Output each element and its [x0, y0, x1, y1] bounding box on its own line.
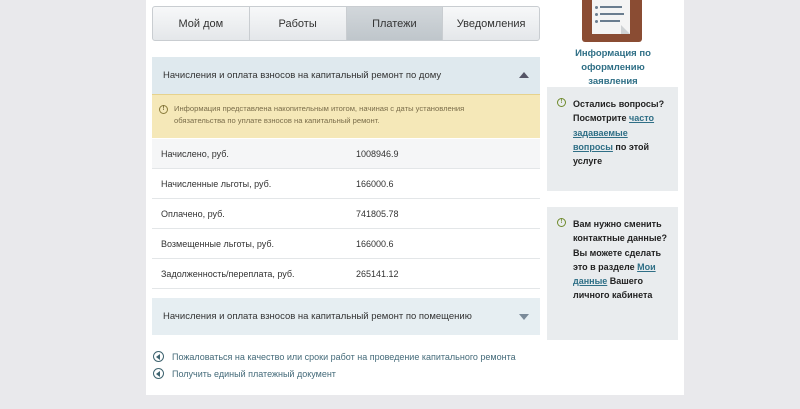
- table-row: Возмещенные льготы, руб. 166000.6: [152, 229, 540, 259]
- info-text-line1: Информация представлена накопительным ит…: [174, 104, 465, 113]
- row-label: Начисленные льготы, руб.: [161, 178, 272, 189]
- get-document-link-text[interactable]: Получить единый платежный документ: [172, 369, 336, 379]
- table-row: Начислено, руб. 1008946.9: [152, 139, 540, 169]
- get-document-link[interactable]: Получить единый платежный документ: [153, 368, 336, 379]
- tab-my-house[interactable]: Мой дом: [153, 7, 250, 40]
- application-info-line2[interactable]: оформлению заявления: [563, 61, 663, 89]
- bullet-dot: [595, 13, 598, 16]
- table-row: Начисленные льготы, руб. 166000.6: [152, 169, 540, 199]
- info-notice: ! Информация представлена накопительным …: [152, 94, 540, 138]
- section-house-title: Начисления и оплата взносов на капитальн…: [163, 70, 442, 81]
- help-icon: !: [557, 98, 566, 107]
- payments-table: Начислено, руб. 1008946.9 Начисленные ль…: [152, 139, 540, 289]
- complain-link-text[interactable]: Пожаловаться на качество или сроки работ…: [172, 352, 516, 362]
- contacts-box: ! Вам нужно сменить контактные данные? В…: [547, 207, 678, 340]
- row-label: Оплачено, руб.: [161, 208, 225, 219]
- info-text-line2: обязательства по уплате взносов на капит…: [174, 116, 380, 125]
- text-line: [600, 20, 620, 22]
- tabs-bar: Мой дом Работы Платежи Уведомления: [152, 6, 540, 41]
- help-icon: !: [557, 218, 566, 227]
- text-line: [600, 13, 624, 15]
- faq-box: ! Остались вопросы? Посмотрите часто зад…: [547, 87, 678, 191]
- bullet-dot: [595, 20, 598, 23]
- row-value: 166000.6: [356, 238, 394, 249]
- complain-link[interactable]: Пожаловаться на качество или сроки работ…: [153, 351, 516, 362]
- table-row: Задолженность/переплата, руб. 265141.12: [152, 259, 540, 289]
- row-value: 741805.78: [356, 208, 399, 219]
- section-premises-header[interactable]: Начисления и оплата взносов на капитальн…: [152, 298, 540, 335]
- bullet-dot: [595, 6, 598, 9]
- page-fold: [621, 25, 630, 34]
- chevron-down-icon[interactable]: [519, 314, 529, 320]
- row-value: 166000.6: [356, 178, 394, 189]
- text-line: [600, 6, 622, 8]
- row-label: Начислено, руб.: [161, 148, 229, 159]
- row-label: Возмещенные льготы, руб.: [161, 238, 275, 249]
- section-premises-title: Начисления и оплата взносов на капитальн…: [163, 311, 472, 322]
- table-row: Оплачено, руб. 741805.78: [152, 199, 540, 229]
- document-sheet: [592, 0, 630, 34]
- section-house-header[interactable]: Начисления и оплата взносов на капитальн…: [152, 57, 540, 94]
- tab-notifications[interactable]: Уведомления: [443, 7, 539, 40]
- application-info-line1[interactable]: Информация по: [563, 47, 663, 61]
- tab-payments[interactable]: Платежи: [346, 7, 444, 40]
- row-label: Задолженность/переплата, руб.: [161, 268, 295, 279]
- chevron-up-icon[interactable]: [519, 72, 529, 78]
- info-icon: !: [159, 105, 168, 114]
- row-value: 1008946.9: [356, 148, 399, 159]
- row-value: 265141.12: [356, 268, 399, 279]
- arrow-left-circle-icon: [153, 368, 164, 379]
- arrow-left-circle-icon: [153, 351, 164, 362]
- tab-works[interactable]: Работы: [250, 7, 347, 40]
- document-icon[interactable]: [582, 0, 642, 42]
- application-info-link[interactable]: Информация по оформлению заявления: [563, 47, 663, 89]
